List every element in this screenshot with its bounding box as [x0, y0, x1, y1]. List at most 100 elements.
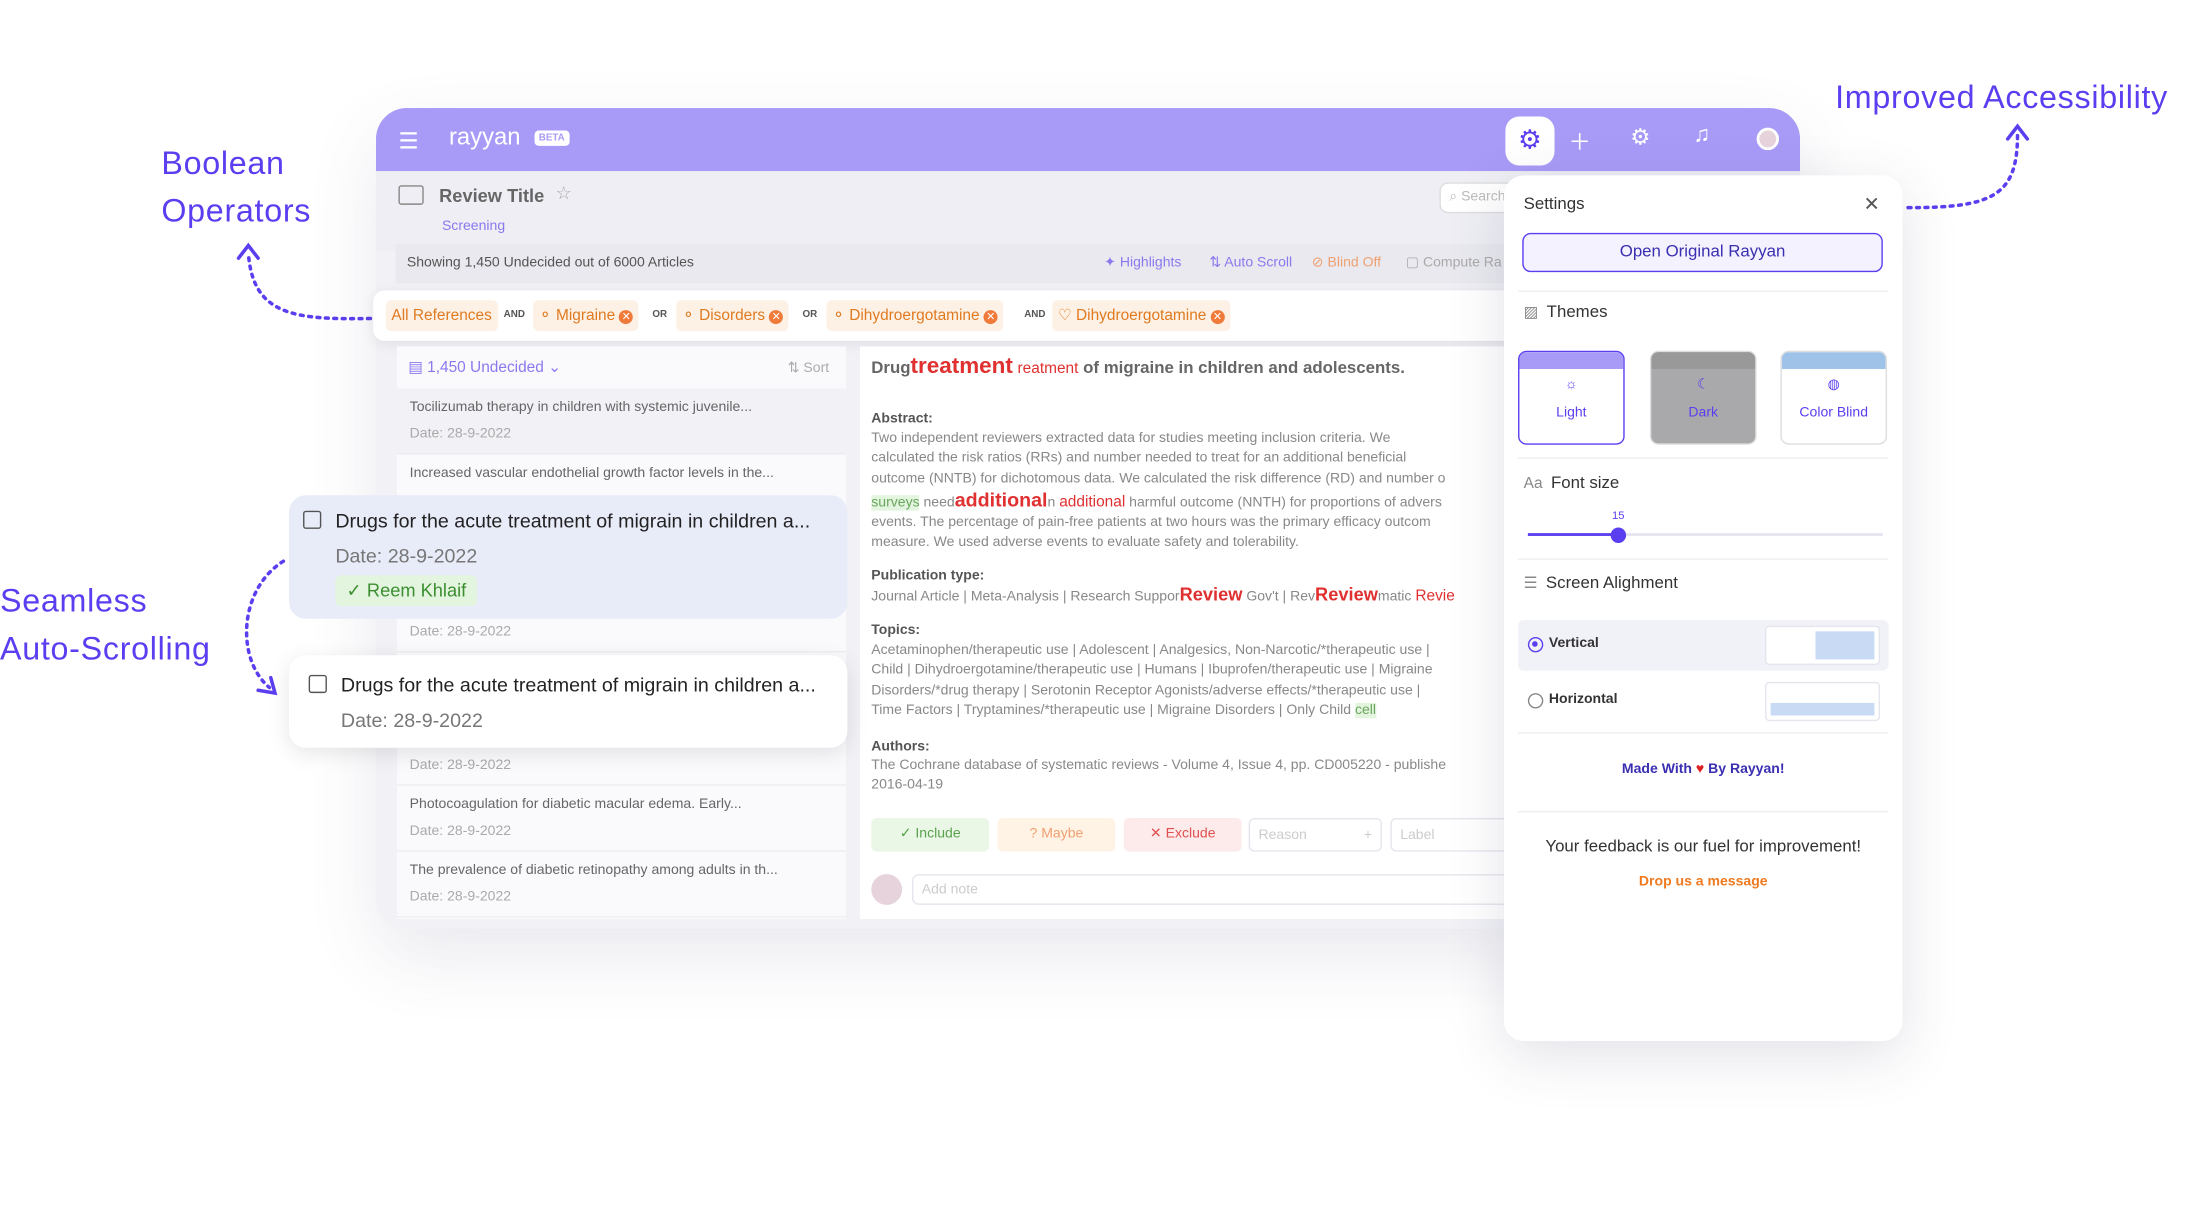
- remove-icon[interactable]: ✕: [769, 310, 784, 325]
- abstract-label: Abstract:: [871, 411, 933, 427]
- remove-icon[interactable]: ✕: [619, 310, 634, 325]
- reviewer-tag: ✓ Reem Khlaif: [335, 575, 478, 607]
- article-list: ▤ 1,450 Undecided ⌄ ⇅ Sort Tocilizumab t…: [397, 346, 847, 919]
- layout-preview: [1764, 681, 1881, 722]
- divider: [1518, 732, 1889, 734]
- theme-color-blind[interactable]: ◍ Color Blind: [1780, 350, 1888, 445]
- remove-icon[interactable]: ✕: [1210, 310, 1225, 325]
- sort-button[interactable]: ⇅ Sort: [788, 361, 829, 376]
- theme-label: Light: [1556, 405, 1587, 421]
- article-checkbox[interactable]: [308, 674, 327, 694]
- fontsize-value: 15: [1612, 509, 1625, 522]
- title-part: Drug: [871, 357, 911, 378]
- theme-dark[interactable]: ☾ Dark: [1649, 350, 1757, 445]
- close-icon[interactable]: ✕: [1864, 192, 1880, 216]
- open-original-button[interactable]: Open Original Rayyan: [1522, 232, 1883, 273]
- chip-label: Dihydroergotamine: [1075, 307, 1207, 325]
- highlight-term: additional: [1059, 493, 1126, 511]
- option-label: Vertical: [1548, 635, 1599, 651]
- text-part: matic: [1377, 589, 1416, 605]
- list-item[interactable]: Tocilizumab therapy in children with sys…: [397, 388, 847, 455]
- operator-or[interactable]: OR: [803, 310, 818, 320]
- text-part: Gov't | Rev: [1242, 589, 1316, 605]
- filter-chip-all[interactable]: All References: [385, 300, 498, 332]
- accessibility-gear-icon[interactable]: ⚙: [1505, 116, 1555, 166]
- list-item[interactable]: The prevalence of diabetic retinopathy a…: [397, 852, 847, 918]
- drop-message-link[interactable]: Drop us a message: [1504, 874, 1902, 889]
- filter-label: 1,450 Undecided: [427, 359, 544, 377]
- label-field[interactable]: Label: [1390, 817, 1517, 852]
- item-date: Date: 28-9-2022: [409, 823, 512, 839]
- radio-button[interactable]: [1527, 636, 1544, 653]
- search-placeholder: Search: [1461, 189, 1506, 205]
- radio-button[interactable]: [1527, 693, 1544, 709]
- operator-and[interactable]: AND: [504, 310, 525, 320]
- reason-field[interactable]: Reason +: [1248, 817, 1382, 852]
- exclude-button[interactable]: ✕ Exclude: [1123, 817, 1242, 852]
- tool-label: Highlights: [1119, 255, 1182, 271]
- filter-chip[interactable]: ⚬ Migraine ✕: [533, 300, 640, 332]
- section-label: Themes: [1546, 301, 1608, 322]
- title-part: of migraine in children and adolescents.: [1078, 357, 1405, 378]
- image-icon: ▨: [1523, 304, 1539, 322]
- authors-label: Authors:: [871, 739, 930, 755]
- text-part: harmful outcome (NNTH) for proportions o…: [1125, 495, 1442, 511]
- article-checkbox[interactable]: [303, 510, 322, 529]
- highlight-term: surveys: [871, 495, 920, 511]
- maybe-button[interactable]: ? Maybe: [997, 817, 1116, 852]
- divider: [1518, 290, 1889, 292]
- plus-icon[interactable]: ＋: [1569, 123, 1591, 157]
- credit-text: Made With: [1621, 761, 1692, 778]
- text-line: The Cochrane database of systematic revi…: [871, 757, 1447, 774]
- pubtype-text: Journal Article | Meta-Analysis | Resear…: [871, 585, 1509, 608]
- auto-scroll-toggle[interactable]: ⇅ Auto Scroll: [1209, 255, 1292, 270]
- filter-chip[interactable]: ♡ Dihydroergotamine ✕: [1052, 300, 1231, 332]
- remove-icon[interactable]: ✕: [983, 310, 998, 325]
- item-title: The prevalence of diabetic retinopathy a…: [409, 862, 778, 879]
- review-stage[interactable]: Screening: [442, 219, 505, 234]
- settings-panel: Settings ✕ Open Original Rayyan ▨ Themes …: [1504, 175, 1903, 1042]
- theme-light[interactable]: ☼ Light: [1518, 350, 1625, 445]
- include-button[interactable]: ✓ Include: [871, 817, 990, 852]
- text-line: Acetaminophen/therapeutic use | Adolesce…: [871, 642, 1430, 659]
- text-part: Time Factors | Tryptamines/*therapeutic …: [871, 702, 1355, 719]
- bell-icon[interactable]: ♫: [1693, 123, 1710, 148]
- compute-button[interactable]: ▢ Compute Ra: [1406, 255, 1502, 270]
- text-line: events. The percentage of pain-free pati…: [871, 515, 1431, 531]
- align-horizontal-option[interactable]: Horizontal: [1518, 676, 1888, 727]
- theme-swatch: [1519, 352, 1624, 369]
- filter-chip[interactable]: ⚬ Disorders ✕: [676, 300, 789, 332]
- star-icon[interactable]: ☆: [556, 182, 572, 204]
- text-part: need: [919, 495, 955, 511]
- decision-filter[interactable]: ▤ 1,450 Undecided ⌄: [408, 358, 561, 376]
- item-date: Date: 28-9-2022: [409, 426, 512, 442]
- next-article-card[interactable]: Drugs for the acute treatment of migrain…: [289, 655, 848, 748]
- menu-icon[interactable]: ☰: [398, 128, 418, 156]
- list-item[interactable]: Photocoagulation for diabetic macular ed…: [397, 786, 847, 852]
- text-line: surveys needadditionaln additional harmf…: [871, 489, 1509, 513]
- themes-heading: ▨ Themes: [1524, 302, 1608, 322]
- item-title: Increased vascular endothelial growth fa…: [409, 465, 774, 482]
- operator-or[interactable]: OR: [652, 310, 667, 320]
- settings-icon[interactable]: ⚙: [1630, 123, 1650, 151]
- item-date: Date: 28-9-2022: [409, 624, 512, 640]
- topics-text: Acetaminophen/therapeutic use | Adolesce…: [871, 641, 1509, 721]
- beta-badge: BETA: [534, 130, 569, 146]
- tool-label: Compute Ra: [1422, 255, 1502, 271]
- plus-icon: +: [1363, 827, 1373, 844]
- highlights-toggle[interactable]: ✦ Highlights: [1104, 255, 1181, 270]
- avatar: [871, 874, 903, 905]
- note-input[interactable]: Add note: [911, 874, 1516, 905]
- preview-pane: [1770, 702, 1875, 716]
- filter-chip[interactable]: ⚬ Dihydroergotamine ✕: [826, 300, 1004, 332]
- selected-article-card[interactable]: Drugs for the acute treatment of migrain…: [289, 495, 848, 619]
- avatar[interactable]: [1756, 127, 1780, 151]
- authors-text: The Cochrane database of systematic revi…: [871, 756, 1509, 796]
- operator-and[interactable]: AND: [1024, 310, 1045, 320]
- blind-toggle[interactable]: ⊘ Blind Off: [1312, 255, 1381, 270]
- top-bar: ☰ rayyan BETA ⚙ ＋ ⚙ ♫: [376, 108, 1801, 172]
- align-vertical-option[interactable]: Vertical: [1518, 620, 1889, 671]
- annotation-line: Boolean: [161, 144, 285, 181]
- fontsize-slider-handle[interactable]: [1610, 527, 1627, 543]
- pubtype-label: Publication type:: [871, 568, 985, 584]
